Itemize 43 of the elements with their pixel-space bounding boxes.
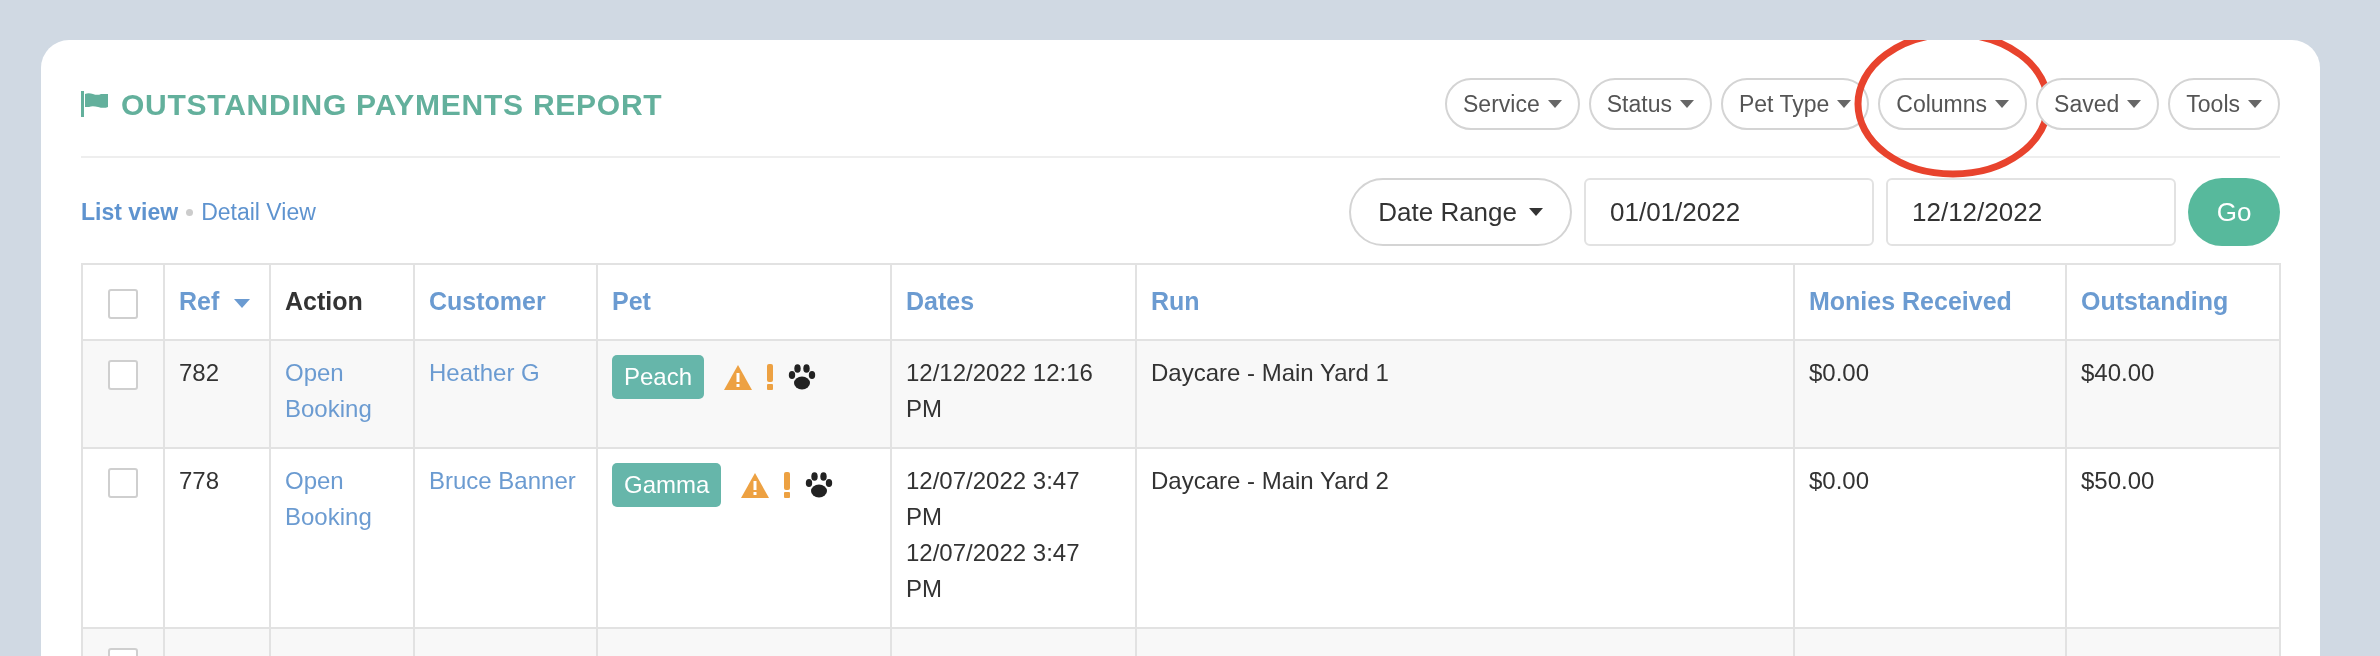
filter-dropdown[interactable]: Saved <box>2036 78 2160 130</box>
booking-date: 12/12/2022 12:16 PM <box>906 358 1094 424</box>
customer-link[interactable]: Bruce Banner <box>429 463 582 499</box>
column-header: Action <box>285 287 363 316</box>
caret-icon <box>2127 100 2142 108</box>
pet-tag[interactable]: Peach <box>612 355 705 399</box>
view-link[interactable]: List view <box>81 194 179 230</box>
booking-date: 12/07/2022 3:47 PM <box>906 538 1081 604</box>
column-header[interactable]: Run <box>1151 287 1200 316</box>
caret-icon <box>1529 208 1543 216</box>
amount: $0.00 <box>1809 358 1871 388</box>
flag-icon <box>81 91 109 117</box>
filter-dropdown[interactable]: Columns <box>1878 78 2028 130</box>
ref-number: 782 <box>179 358 221 388</box>
row-checkbox[interactable] <box>108 359 138 390</box>
caret-icon <box>1679 100 1694 108</box>
filter-dropdown[interactable]: Tools <box>2168 78 2280 130</box>
amount: $0.00 <box>1809 466 1871 496</box>
select-all-checkbox[interactable] <box>108 288 138 319</box>
go-button[interactable]: Go <box>2188 178 2280 246</box>
date-input[interactable]: 01/01/2022 <box>1584 178 1874 246</box>
amount: $40.00 <box>2081 358 2156 388</box>
filter-dropdown[interactable]: Pet Type <box>1720 78 1870 130</box>
caret-icon <box>1547 100 1562 108</box>
row-checkbox[interactable] <box>108 467 138 498</box>
filter-dropdown[interactable]: Status <box>1588 78 1712 130</box>
report-title: OUTSTANDING PAYMENTS REPORT <box>121 86 663 123</box>
column-header[interactable]: Ref <box>179 287 220 316</box>
date-input[interactable]: 12/12/2022 <box>1886 178 2176 246</box>
amount: $50.00 <box>2081 466 2156 496</box>
ref-number: 778 <box>179 466 221 496</box>
run-name: Daycare - Main Yard 2 <box>1151 466 1390 496</box>
pet-tag[interactable]: Gamma <box>612 463 722 507</box>
date-range-dropdown[interactable]: Date Range <box>1349 178 1572 246</box>
caret-icon <box>1837 100 1852 108</box>
caret-icon <box>2248 100 2262 108</box>
booking-date: 12/07/2022 3:47 PM <box>906 466 1081 532</box>
column-header[interactable]: Dates <box>906 287 975 316</box>
run-name: Daycare - Main Yard 1 <box>1151 358 1390 388</box>
caret-icon <box>1995 100 2010 108</box>
column-header[interactable]: Pet <box>612 287 651 316</box>
view-link[interactable]: Detail View <box>201 194 316 230</box>
filter-dropdown[interactable]: Service <box>1445 78 1580 130</box>
